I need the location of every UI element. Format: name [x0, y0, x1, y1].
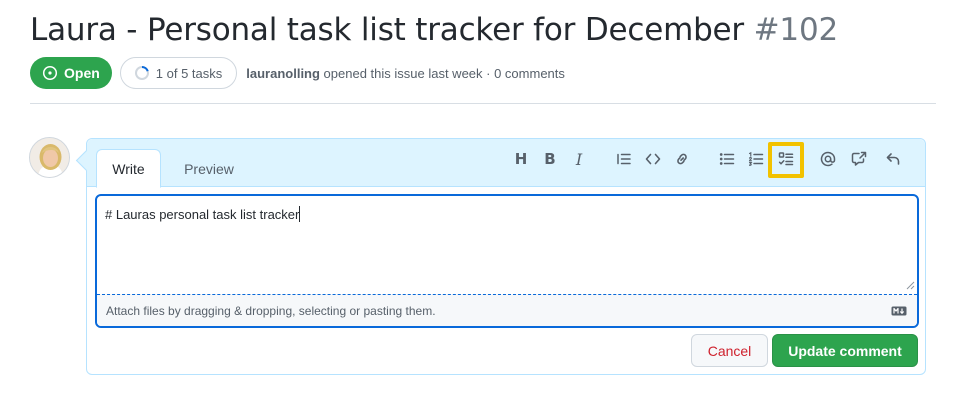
task-list-button[interactable] — [774, 147, 798, 171]
markdown-icon[interactable] — [891, 306, 907, 316]
resize-grip-icon[interactable] — [905, 280, 915, 290]
status-label: Open — [64, 65, 100, 81]
issue-title-text: Laura - Personal task list tracker for D… — [30, 12, 744, 48]
tab-preview[interactable]: Preview — [169, 149, 249, 188]
ordered-list-button[interactable] — [744, 147, 768, 171]
code-button[interactable] — [641, 147, 665, 171]
unordered-list-button[interactable] — [715, 147, 739, 171]
code-icon — [645, 153, 661, 165]
comment-editor: Write Preview H B I # Lauras personal ta… — [86, 138, 926, 375]
update-comment-button[interactable]: Update comment — [772, 334, 918, 367]
text-caret — [299, 206, 301, 222]
comment-text: # Lauras personal task list tracker — [105, 206, 301, 222]
attach-hint: Attach files by dragging & dropping, sel… — [106, 304, 436, 318]
mention-button[interactable] — [816, 147, 840, 171]
editor-header: Write Preview H B I — [87, 139, 925, 188]
attach-files-bar[interactable]: Attach files by dragging & dropping, sel… — [97, 294, 917, 326]
quote-button[interactable] — [612, 147, 636, 171]
opened-text: opened this issue last week · 0 comments — [319, 65, 565, 81]
bold-button[interactable]: B — [538, 147, 562, 171]
issue-opened-icon — [42, 65, 58, 81]
progress-ring-icon — [134, 65, 150, 81]
link-icon — [677, 153, 687, 165]
issue-meta: Open 1 of 5 tasks lauranolling opened th… — [30, 57, 565, 89]
tasks-progress-pill[interactable]: 1 of 5 tasks — [119, 57, 238, 89]
issue-number: #102 — [753, 12, 839, 48]
reference-button[interactable] — [847, 147, 871, 171]
avatar[interactable] — [29, 137, 70, 178]
reply-icon — [886, 153, 900, 165]
status-badge: Open — [30, 57, 112, 89]
opened-info: lauranolling opened this issue last week… — [246, 66, 565, 81]
italic-button[interactable]: I — [567, 147, 591, 171]
issue-title: Laura - Personal task list tracker for D… — [30, 10, 838, 50]
list-unordered-icon — [719, 153, 735, 165]
tab-write[interactable]: Write — [96, 149, 161, 188]
reply-button[interactable] — [881, 147, 905, 171]
cancel-button[interactable]: Cancel — [691, 334, 768, 367]
mention-icon — [820, 151, 836, 167]
list-ordered-icon — [748, 151, 764, 166]
author-link[interactable]: lauranolling — [246, 66, 320, 81]
tasks-progress-label: 1 of 5 tasks — [155, 65, 223, 81]
header-divider — [30, 103, 936, 104]
heading-button[interactable]: H — [509, 147, 533, 171]
tasklist-icon — [778, 152, 794, 166]
cross-reference-icon — [851, 151, 867, 166]
link-button[interactable] — [670, 147, 694, 171]
quote-icon — [617, 153, 631, 165]
comment-textarea[interactable]: # Lauras personal task list tracker Atta… — [95, 194, 919, 328]
